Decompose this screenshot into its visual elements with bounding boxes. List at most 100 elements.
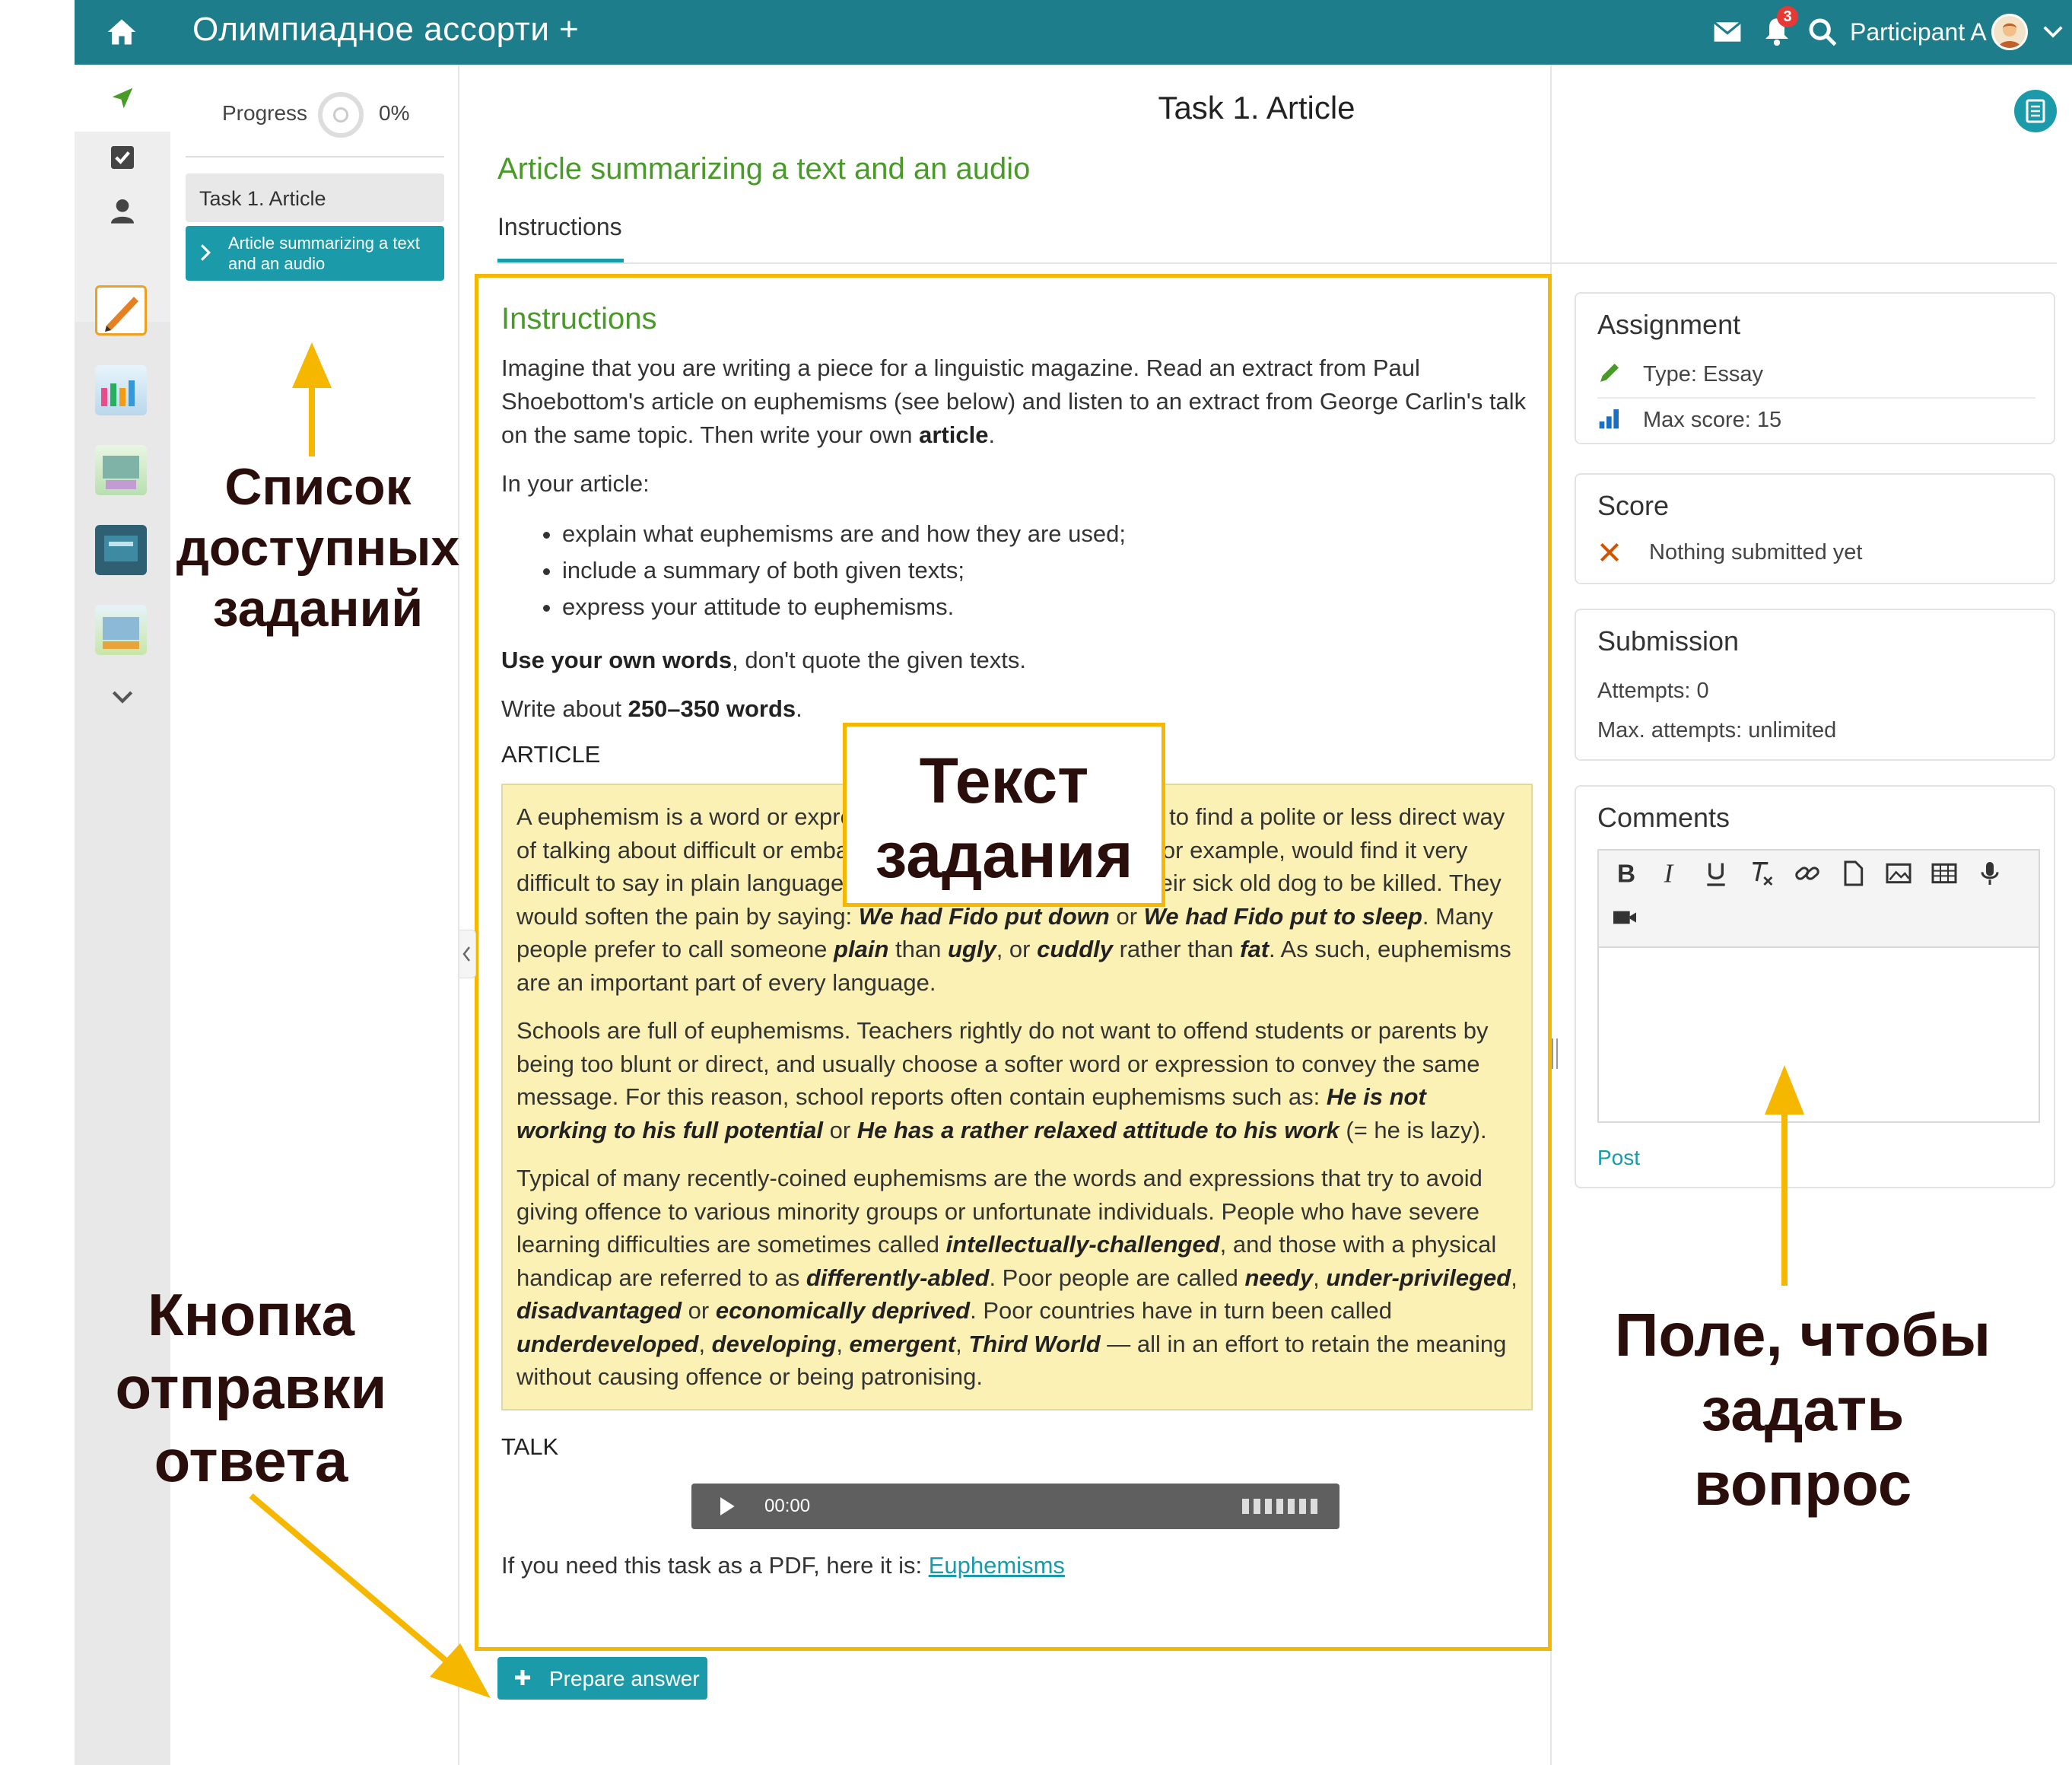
article-text: , or <box>996 936 1038 962</box>
article-emphasis: developing <box>711 1330 837 1357</box>
avatar[interactable] <box>1991 14 2028 50</box>
annotation-task-list: Список доступных заданий <box>166 456 470 639</box>
article-text: , <box>955 1330 969 1357</box>
journal-button[interactable] <box>2014 90 2057 132</box>
chevron-down-icon[interactable] <box>2042 23 2064 41</box>
course-thumbnail[interactable] <box>95 365 147 415</box>
course-thumbnail[interactable] <box>95 445 147 495</box>
file-icon[interactable] <box>1838 858 1868 889</box>
annotation-question-field: Поле, чтобы задать вопрос <box>1567 1298 2039 1522</box>
user-name[interactable]: Participant A <box>1850 18 1987 46</box>
microphone-icon[interactable] <box>1975 858 2005 889</box>
article-emphasis: under-privileged <box>1326 1264 1511 1291</box>
page-title: Task 1. Article <box>1158 90 1355 126</box>
task-item[interactable]: Task 1. Article <box>186 173 444 222</box>
pencil-icon <box>1600 364 1619 382</box>
link-icon[interactable] <box>1792 858 1823 889</box>
article-paragraph: Schools are full of euphemisms. Teachers… <box>516 1014 1517 1146</box>
chevron-down-icon[interactable] <box>107 681 138 711</box>
score-card: Score Nothing submitted yet <box>1575 473 2055 584</box>
bold-icon[interactable]: B <box>1610 858 1640 889</box>
tab-instructions[interactable]: Instructions <box>497 213 622 241</box>
article-text: . Poor people are called <box>989 1264 1245 1291</box>
own-words-bold: Use your own words <box>501 647 733 673</box>
volume-icon[interactable] <box>1241 1496 1324 1517</box>
navigate-icon[interactable] <box>107 83 138 113</box>
audio-player[interactable]: 00:00 <box>691 1483 1339 1529</box>
word-count-paragraph: Write about 250–350 words. <box>501 692 1533 726</box>
annotation-task-text-box: Текст задания <box>843 723 1165 907</box>
annotation-task-text: Текст задания <box>847 743 1162 892</box>
annotation-line: Список <box>224 458 412 516</box>
article-emphasis: intellectually-challenged <box>945 1231 1220 1258</box>
post-link[interactable]: Post <box>1597 1146 1640 1170</box>
editor-toolbar: B I <box>1599 851 2039 948</box>
article-text: than <box>888 936 948 962</box>
underline-icon[interactable] <box>1701 858 1731 889</box>
search-icon[interactable] <box>1807 17 1838 47</box>
course-thumbnail-active[interactable] <box>95 285 147 336</box>
instructions-content: Instructions Imagine that you are writin… <box>501 293 1533 1579</box>
submission-title: Submission <box>1597 625 1740 657</box>
subtask-label: Article summarizing a text and an audio <box>228 234 420 273</box>
max-score: Max score: 15 <box>1643 408 1782 432</box>
notebook-icon <box>2026 99 2045 123</box>
prepare-answer-button[interactable]: Prepare answer <box>497 1657 707 1700</box>
subtask-item-active[interactable]: Article summarizing a text and an audio <box>186 226 444 281</box>
prepare-answer-label: Prepare answer <box>549 1667 700 1690</box>
table-icon[interactable] <box>1929 858 1959 889</box>
app-title[interactable]: Олимпиадное ассорти + <box>192 11 579 49</box>
list-item: express your attitude to euphemisms. <box>562 589 1533 625</box>
article-emphasis: fat <box>1240 936 1270 962</box>
task-text-highlight-box: Instructions Imagine that you are writin… <box>475 274 1552 1651</box>
annotation-line: доступных <box>176 519 460 577</box>
article-text: , <box>1511 1264 1517 1291</box>
play-icon[interactable] <box>714 1494 739 1519</box>
article-emphasis: cuddly <box>1037 936 1113 962</box>
article-text: or <box>682 1297 716 1324</box>
notification-badge: 3 <box>1777 6 1798 27</box>
attempts: Attempts: 0 <box>1597 679 1709 703</box>
video-camera-icon[interactable] <box>1610 902 1640 933</box>
article-emphasis: underdeveloped <box>516 1330 699 1357</box>
cross-icon <box>1600 542 1619 562</box>
italic-icon[interactable]: I <box>1655 858 1686 889</box>
annotation-line: задать <box>1701 1375 1905 1443</box>
image-icon[interactable] <box>1883 858 1914 889</box>
list-item: include a summary of both given texts; <box>562 552 1533 589</box>
article-emphasis: Third World <box>968 1330 1101 1357</box>
own-words-paragraph: Use your own words, don't quote the give… <box>501 644 1533 677</box>
comments-title: Comments <box>1597 802 1730 833</box>
annotation-line: заданий <box>212 580 424 638</box>
chevron-right-icon <box>201 244 211 261</box>
article-text: or <box>823 1116 857 1143</box>
course-image-icon <box>104 536 138 561</box>
comment-input[interactable] <box>1599 949 2039 1121</box>
intro-end: . <box>988 421 996 448</box>
clear-format-icon[interactable] <box>1746 858 1777 889</box>
chevron-left-icon <box>462 946 470 962</box>
avatar-face-icon <box>1998 23 2021 48</box>
instructions-heading: Instructions <box>501 302 657 336</box>
article-text: rather than <box>1113 936 1241 962</box>
course-thumbnail[interactable] <box>95 525 147 575</box>
pdf-link[interactable]: Euphemisms <box>929 1552 1065 1579</box>
course-thumbnail[interactable] <box>95 605 147 655</box>
annotation-line: Поле, чтобы <box>1614 1301 1991 1369</box>
comments-card: Comments B I Post <box>1575 785 2055 1188</box>
article-emphasis: differently-abled <box>806 1264 990 1291</box>
person-icon[interactable] <box>107 196 138 226</box>
score-title: Score <box>1597 490 1670 521</box>
submission-card: Submission Attempts: 0 Max. attempts: un… <box>1575 609 2055 761</box>
article-paragraph: Typical of many recently-coined euphemis… <box>516 1162 1517 1394</box>
collapse-sidebar-toggle[interactable] <box>459 930 476 978</box>
tasks-check-icon[interactable] <box>107 142 138 173</box>
home-icon[interactable] <box>105 15 138 49</box>
article-text: . Poor countries have in turn been calle… <box>970 1297 1392 1324</box>
resize-handle[interactable] <box>1552 1038 1558 1069</box>
intro-paragraph: Imagine that you are writing a piece for… <box>501 351 1533 452</box>
pdf-line: If you need this task as a PDF, here it … <box>501 1552 1533 1579</box>
task-subtitle: Article summarizing a text and an audio <box>497 152 1031 186</box>
mail-icon[interactable] <box>1713 20 1742 44</box>
write-about-end: . <box>796 695 802 722</box>
